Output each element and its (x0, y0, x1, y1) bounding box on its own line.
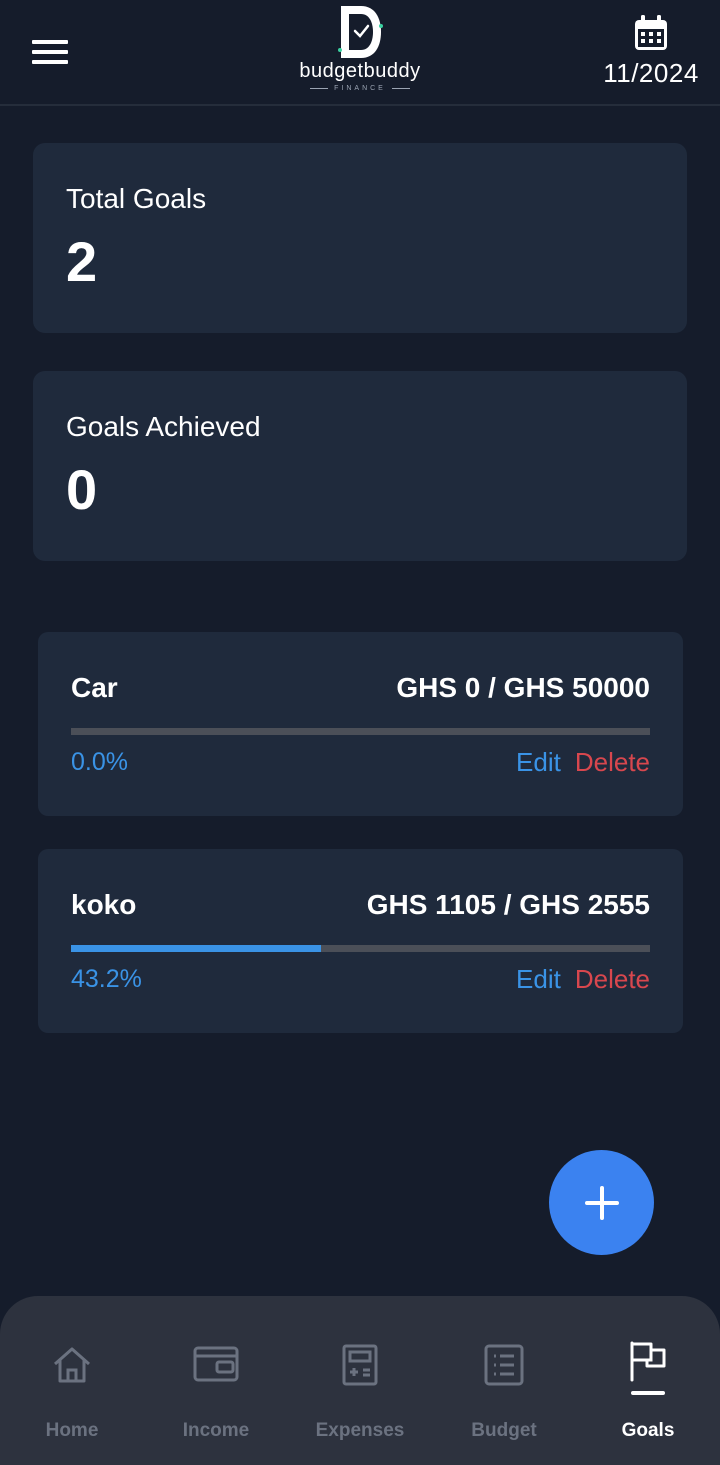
goal-percent: 0.0% (71, 748, 128, 776)
list-icon (484, 1344, 524, 1386)
calculator-icon (342, 1344, 378, 1386)
nav-label-income: Income (182, 1420, 250, 1441)
calendar-icon (635, 15, 667, 50)
bottom-nav: Home Income Expenses Budget Goals (0, 1296, 720, 1465)
goal-card: koko GHS 1105 / GHS 2555 43.2% Edit Dele… (38, 849, 683, 1033)
nav-item-goals[interactable]: Goals (576, 1296, 720, 1465)
total-goals-label: Total Goals (66, 183, 207, 214)
delete-goal-button[interactable]: Delete (575, 964, 650, 995)
active-tab-indicator (631, 1391, 665, 1395)
logo-wordmark: budgetbuddy (299, 60, 421, 82)
goal-card: Car GHS 0 / GHS 50000 0.0% Edit Delete (38, 632, 683, 816)
nav-label-expenses: Expenses (315, 1420, 405, 1441)
goals-achieved-card: Goals Achieved 0 (33, 371, 687, 561)
logo-tagline: FINANCE (280, 85, 440, 92)
edit-goal-button[interactable]: Edit (516, 964, 561, 995)
plus-icon (584, 1185, 619, 1220)
nav-label-goals: Goals (621, 1420, 675, 1441)
nav-item-budget[interactable]: Budget (432, 1296, 576, 1465)
delete-goal-button[interactable]: Delete (575, 747, 650, 778)
month-selector[interactable]: 11/2024 (596, 14, 706, 89)
total-goals-value: 2 (66, 230, 98, 293)
total-goals-card: Total Goals 2 (33, 143, 687, 333)
app-logo: budgetbuddy FINANCE (280, 4, 440, 100)
nav-item-income[interactable]: Income (144, 1296, 288, 1465)
nav-label-budget: Budget (471, 1420, 537, 1441)
goal-percent: 43.2% (71, 965, 142, 993)
wallet-icon (193, 1346, 239, 1382)
goal-name: Car (71, 672, 118, 703)
goal-progress-fill (71, 945, 322, 952)
goal-name: koko (71, 889, 137, 920)
edit-goal-button[interactable]: Edit (516, 747, 561, 778)
goal-progress-bar (71, 945, 650, 952)
app-header: budgetbuddy FINANCE 11/2024 (0, 0, 720, 106)
goal-amount: GHS 1105 / GHS 2555 (366, 889, 650, 920)
nav-item-home[interactable]: Home (0, 1296, 144, 1465)
flag-icon (630, 1341, 666, 1382)
goals-achieved-label: Goals Achieved (66, 411, 261, 442)
add-goal-button[interactable] (549, 1150, 654, 1255)
goal-progress-bar (71, 728, 650, 735)
nav-label-home: Home (45, 1420, 99, 1441)
goal-amount: GHS 0 / GHS 50000 (396, 672, 650, 703)
home-icon (54, 1347, 90, 1383)
logo-mark-icon (338, 6, 383, 58)
nav-item-expenses[interactable]: Expenses (288, 1296, 432, 1465)
hamburger-menu-icon[interactable] (28, 34, 72, 70)
current-month: 11/2024 (603, 58, 699, 88)
goals-achieved-value: 0 (66, 458, 98, 521)
